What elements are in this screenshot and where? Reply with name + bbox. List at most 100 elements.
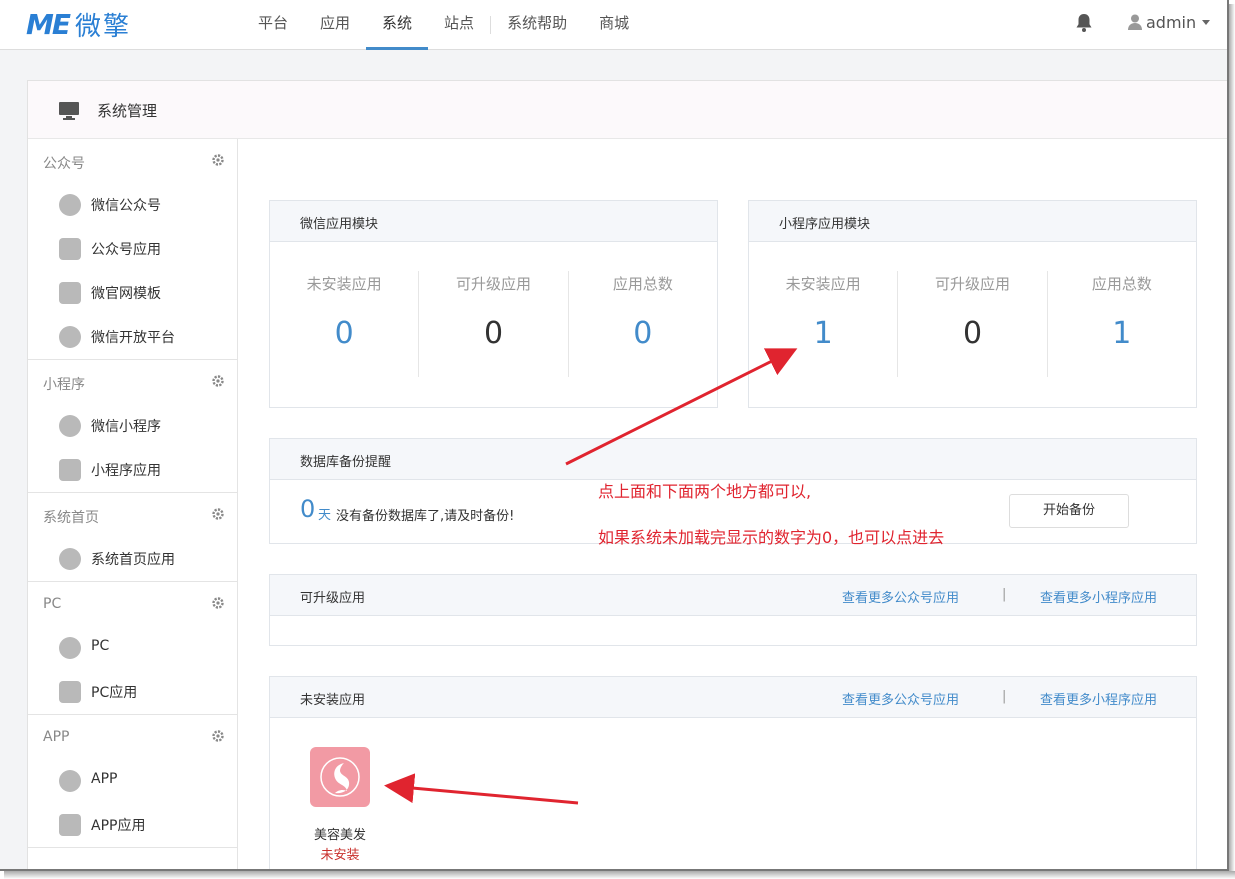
stat-value[interactable]: 1 [749, 316, 897, 351]
sidebar-group-header: 小程序 [28, 360, 237, 404]
card-title: 数据库备份提醒 [300, 455, 392, 470]
main-nav: 平台 应用 系统 站点 系统帮助 商城 [242, 0, 645, 50]
sidebar-item-label: APP [91, 771, 118, 787]
stat-label: 应用总数 [1091, 275, 1152, 293]
template-icon [59, 282, 81, 304]
sidebar-group-official-account: 公众号 微信公众号 公众号应用 微官网模板 微信开放平台 [28, 139, 237, 360]
more-account-apps-link[interactable]: 查看更多公众号应用 [842, 587, 959, 606]
stat-value[interactable]: 1 [1048, 316, 1196, 351]
beauty-app-icon [310, 747, 370, 807]
card-title: 可升级应用 [300, 591, 366, 606]
stat-total[interactable]: 应用总数 0 [569, 271, 717, 377]
start-backup-button[interactable]: 开始备份 [1009, 494, 1129, 528]
frame-shadow-bottom [4, 871, 1235, 879]
nav-store[interactable]: 商城 [583, 0, 645, 50]
annotation-line-1: 点上面和下面两个地方都可以, [598, 482, 812, 501]
user-icon [1128, 14, 1142, 30]
sidebar-item-label: APP应用 [91, 818, 146, 834]
card-header: 可升级应用 查看更多公众号应用 | 查看更多小程序应用 [270, 575, 1196, 616]
panel-header: 系统管理 [28, 81, 1227, 139]
sidebar-item-account-apps[interactable]: 公众号应用 [28, 227, 237, 271]
sidebar-group-pc: PC PC PC应用 [28, 582, 237, 715]
logo-me-text: ME [26, 7, 71, 41]
card-header: 小程序应用模块 [749, 201, 1196, 242]
sidebar-group-label: PC [43, 596, 62, 612]
miniprogram-module-card: 小程序应用模块 未安装应用 1 可升级应用 0 应用总数 1 [748, 200, 1197, 408]
link-separator: | [1002, 689, 1007, 704]
sidebar-item-label: 微信公众号 [91, 198, 161, 214]
gear-icon[interactable] [212, 597, 224, 609]
sidebar-group-header: APP [28, 715, 237, 759]
stat-total[interactable]: 应用总数 1 [1048, 271, 1196, 377]
app-tile-beauty[interactable]: 美容美发 未安装 [300, 747, 380, 867]
nav-apps[interactable]: 应用 [304, 0, 366, 50]
username: admin [1146, 12, 1197, 32]
sidebar-item-wechat-miniprogram[interactable]: 微信小程序 [28, 404, 237, 448]
sidebar-item-label: 微信小程序 [91, 419, 161, 435]
nav-system-help[interactable]: 系统帮助 [491, 0, 583, 50]
bag-icon [59, 681, 81, 703]
sidebar-item-wechat-account[interactable]: 微信公众号 [28, 183, 237, 227]
sidebar-group-header: 系统首页 [28, 493, 237, 537]
sidebar-item-site-templates[interactable]: 微官网模板 [28, 271, 237, 315]
sidebar-group-header: PC [28, 582, 237, 626]
stat-label: 应用总数 [612, 275, 673, 293]
backup-message: 没有备份数据库了,请及时备份! [336, 509, 515, 524]
monitor-icon [59, 102, 79, 120]
sidebar-item-app[interactable]: APP [28, 759, 237, 803]
platform-icon [59, 326, 81, 348]
nav-system[interactable]: 系统 [366, 0, 429, 50]
sidebar-item-label: 小程序应用 [91, 463, 161, 479]
card-title: 小程序应用模块 [779, 217, 871, 232]
stat-uninstalled[interactable]: 未安装应用 0 [270, 271, 420, 377]
gear-icon[interactable] [212, 375, 224, 387]
system-panel: 系统管理 公众号 微信公众号 公众号应用 微官网模板 微信开放平台 小程序 微信… [27, 80, 1227, 869]
logo-cn-text: 微擎 [75, 11, 132, 42]
stats-row: 未安装应用 1 可升级应用 0 应用总数 1 [749, 271, 1196, 377]
app-status: 未安装 [320, 848, 360, 863]
bag-icon [59, 459, 81, 481]
stat-upgradable[interactable]: 可升级应用 0 [419, 271, 569, 377]
sidebar-group-label: 公众号 [43, 156, 85, 172]
sidebar-item-pc-apps[interactable]: PC应用 [28, 670, 237, 714]
more-account-apps-link[interactable]: 查看更多公众号应用 [842, 689, 959, 708]
more-miniprogram-apps-link[interactable]: 查看更多小程序应用 [1040, 587, 1157, 606]
user-menu[interactable]: admin [1128, 10, 1211, 34]
card-header: 微信应用模块 [270, 201, 717, 242]
sidebar-item-miniprogram-apps[interactable]: 小程序应用 [28, 448, 237, 492]
sidebar-group-homepage: 系统首页 系统首页应用 [28, 493, 237, 582]
stat-uninstalled[interactable]: 未安装应用 1 [749, 271, 899, 377]
bell-icon[interactable] [1075, 13, 1093, 33]
gear-icon[interactable] [212, 730, 224, 742]
stat-value[interactable]: 0 [419, 316, 567, 351]
upgradable-apps-card: 可升级应用 查看更多公众号应用 | 查看更多小程序应用 [269, 574, 1197, 646]
card-header: 未安装应用 查看更多公众号应用 | 查看更多小程序应用 [270, 677, 1196, 718]
bag-icon [59, 238, 81, 260]
phone-icon [59, 770, 81, 792]
stats-row: 未安装应用 0 可升级应用 0 应用总数 0 [270, 271, 717, 377]
uninstalled-apps-card: 未安装应用 查看更多公众号应用 | 查看更多小程序应用 美容美发 未安装 [269, 676, 1197, 869]
sidebar-item-pc[interactable]: PC [28, 626, 237, 670]
sidebar-group-miniprogram: 小程序 微信小程序 小程序应用 [28, 360, 237, 493]
stat-label: 未安装应用 [306, 275, 382, 293]
sidebar-item-app-apps[interactable]: APP应用 [28, 803, 237, 847]
more-miniprogram-apps-link[interactable]: 查看更多小程序应用 [1040, 689, 1157, 708]
stat-value[interactable]: 0 [270, 316, 418, 351]
miniprogram-icon [59, 415, 81, 437]
gear-icon[interactable] [212, 508, 224, 520]
stat-value[interactable]: 0 [898, 316, 1046, 351]
sidebar-group-label: APP [43, 729, 70, 745]
nav-sites[interactable]: 站点 [428, 0, 490, 50]
nav-platform[interactable]: 平台 [242, 0, 304, 50]
sidebar-group-app: APP APP APP应用 [28, 715, 237, 848]
sidebar-item-open-platform[interactable]: 微信开放平台 [28, 315, 237, 359]
screenshot-frame: ME 微擎 平台 应用 系统 站点 系统帮助 商城 admin 系统管理 公众号… [0, 0, 1229, 871]
sidebar-item-label: 系统首页应用 [91, 552, 175, 568]
app-name: 美容美发 [313, 828, 366, 843]
stat-value[interactable]: 0 [569, 316, 717, 351]
stat-upgradable[interactable]: 可升级应用 0 [898, 271, 1048, 377]
sidebar-item-homepage-apps[interactable]: 系统首页应用 [28, 537, 237, 581]
gear-icon[interactable] [212, 154, 224, 166]
top-navbar: ME 微擎 平台 应用 系统 站点 系统帮助 商城 admin [0, 0, 1227, 50]
brand-logo[interactable]: ME 微擎 [26, 7, 132, 42]
